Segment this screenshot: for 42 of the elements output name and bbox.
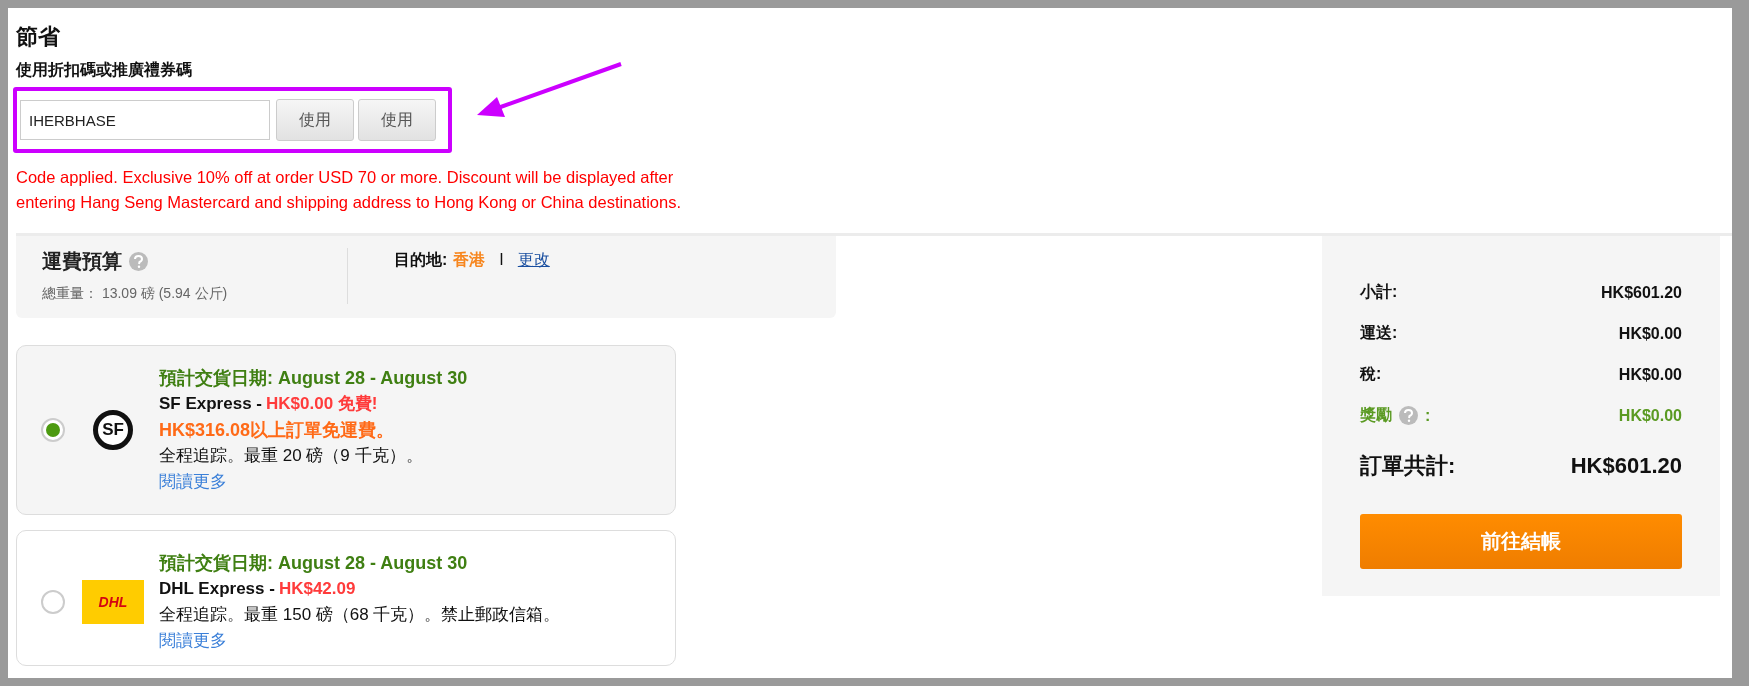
promo-message: Code applied. Exclusive 10% off at order USD 70 or more. Discount will be displayed after entering Hang Seng Mastercard and shipping address to Hong Kong or China destinations. xyxy=(16,167,682,213)
apply-button[interactable]: 使用 xyxy=(358,99,436,141)
summary-value: HK$0.00 xyxy=(1618,324,1682,343)
delivery-date: 預計交貨日期: August 28 - August 30 xyxy=(159,367,468,390)
shipping-option-card[interactable]: SF 預計交貨日期: August 28 - August 30 SF Express - HK$0.00 免費! HK$316.08以上訂單免運費。 全程追踪。最重 20 磅（9 千克）。 閱讀更多 xyxy=(16,345,676,515)
summary-label: 獎勵 xyxy=(1360,405,1392,425)
shipping-description: 全程追踪。最重 150 磅（68 千克）。禁止郵政信箱。 xyxy=(159,604,561,626)
summary-value: HK$0.00 xyxy=(1618,365,1682,384)
radio-button[interactable] xyxy=(41,590,65,614)
summary-value: HK$0.00 xyxy=(1618,406,1682,425)
summary-value: HK$601.20 xyxy=(1601,283,1682,302)
help-icon[interactable] xyxy=(1399,406,1418,425)
apply-button[interactable]: 使用 xyxy=(276,99,354,141)
destination-label: 目的地: xyxy=(394,250,448,270)
shipping-estimate-title: 運費預算 xyxy=(42,249,122,274)
read-more-link[interactable]: 閱讀更多 xyxy=(159,470,227,494)
shipping-price: HK$42.09 xyxy=(278,578,356,600)
dhl-logo: DHL xyxy=(82,580,144,624)
summary-value: HK$601.20 xyxy=(1570,453,1682,479)
change-link[interactable]: 更改 xyxy=(517,250,550,271)
summary-label-colon: : xyxy=(1425,406,1431,425)
shipping-description: 全程追踪。最重 20 磅（9 千克）。 xyxy=(159,445,424,467)
summary-label: 小計: xyxy=(1360,282,1398,302)
separator: I xyxy=(499,251,504,269)
summary-label: 運送: xyxy=(1360,323,1398,343)
promo-code-field[interactable]: IHERBHASE xyxy=(20,100,270,140)
radio-button[interactable] xyxy=(41,418,65,442)
summary-label: 訂單共計: xyxy=(1360,452,1456,480)
free-shipping-note: HK$316.08以上訂單免運費。 xyxy=(159,419,396,442)
help-icon[interactable] xyxy=(129,252,148,271)
carrier-name: SF Express - xyxy=(159,393,262,415)
summary-label: 稅: xyxy=(1360,364,1382,384)
section-title: 節省 xyxy=(16,23,61,51)
sf-logo: SF xyxy=(93,410,133,450)
total-weight: 總重量： 13.09 磅 (5.94 公斤) xyxy=(42,285,228,303)
shipping-option-card[interactable]: DHL 預計交貨日期: August 28 - August 30 DHL Express - HK$42.09 全程追踪。最重 150 磅（68 千克）。禁止郵政信箱。 閱讀更多 xyxy=(16,530,676,666)
promo-label: 使用折扣碼或推廣禮券碼 xyxy=(16,60,193,80)
destination-value: 香港 xyxy=(453,250,486,270)
read-more-link[interactable]: 閱讀更多 xyxy=(159,629,227,653)
shipping-price: HK$0.00 免費! xyxy=(266,393,378,415)
carrier-name: DHL Express - xyxy=(159,578,275,600)
delivery-date: 預計交貨日期: August 28 - August 30 xyxy=(159,552,469,575)
